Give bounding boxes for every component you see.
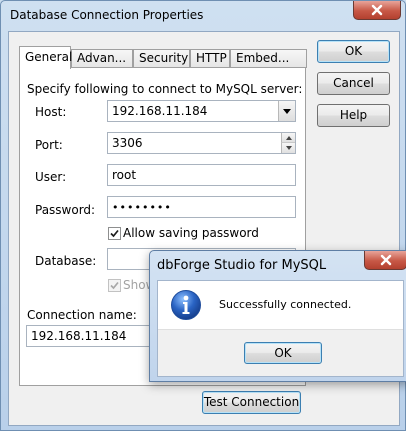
spin-down-icon[interactable]: [281, 143, 295, 153]
user-input[interactable]: root: [107, 164, 296, 186]
port-label: Port:: [35, 138, 63, 152]
intro-text: Specify following to connect to MySQL se…: [27, 82, 303, 96]
password-input[interactable]: ••••••••: [107, 196, 296, 218]
user-value: root: [112, 168, 137, 182]
tab-strip: General Advan... Security HTTP Embed...: [19, 46, 307, 69]
help-button-label: Help: [339, 108, 368, 122]
tab-general[interactable]: General: [19, 46, 73, 69]
close-icon[interactable]: [353, 1, 401, 20]
help-button[interactable]: Help: [317, 104, 390, 127]
connection-name-value: 192.168.11.184: [31, 329, 127, 343]
test-connection-button[interactable]: Test Connection: [202, 391, 301, 414]
popup-close-icon[interactable]: [364, 251, 406, 270]
popup-ok-button[interactable]: OK: [244, 342, 322, 364]
user-label: User:: [35, 170, 67, 184]
ok-button[interactable]: OK: [317, 40, 390, 63]
tab-http-label: HTTP: [196, 51, 227, 65]
host-combobox[interactable]: 192.168.11.184: [107, 100, 296, 122]
allow-saving-password-label[interactable]: Allow saving password: [123, 226, 259, 240]
tab-security-label: Security: [139, 51, 189, 65]
window-title: Database Connection Properties: [10, 8, 204, 22]
info-icon: [170, 289, 202, 321]
connection-name-label: Connection name:: [27, 308, 137, 322]
popup-message: Successfully connected.: [219, 298, 352, 311]
tab-security[interactable]: Security: [133, 49, 190, 68]
popup-title: dbForge Studio for MySQL: [157, 258, 327, 273]
tab-embedded[interactable]: Embed...: [230, 49, 307, 68]
popup-footer: OK: [158, 329, 403, 376]
tab-advanced-label: Advan...: [77, 51, 127, 65]
allow-saving-password-checkbox[interactable]: [108, 227, 121, 240]
spin-up-icon[interactable]: [281, 133, 295, 143]
host-label: Host:: [35, 105, 67, 119]
ok-button-label: OK: [344, 44, 363, 58]
database-label: Database:: [35, 254, 97, 268]
success-message-dialog: dbForge Studio for MySQL Successfully co…: [149, 250, 406, 382]
cancel-button[interactable]: Cancel: [317, 72, 390, 95]
tab-http[interactable]: HTTP: [190, 49, 230, 68]
password-value: ••••••••: [112, 201, 172, 214]
tab-general-label: General: [25, 50, 73, 64]
test-connection-label: Test Connection: [203, 395, 300, 409]
tab-advanced[interactable]: Advan...: [71, 49, 133, 68]
tab-embedded-label: Embed...: [236, 51, 290, 65]
port-value: 3306: [112, 136, 143, 150]
password-label: Password:: [35, 203, 96, 217]
chevron-down-icon[interactable]: [278, 101, 295, 121]
cancel-button-label: Cancel: [333, 76, 374, 90]
host-value: 192.168.11.184: [112, 104, 208, 118]
show-checkbox[interactable]: [108, 279, 121, 292]
port-spinner[interactable]: 3306: [107, 132, 296, 154]
popup-ok-label: OK: [274, 346, 292, 360]
popup-body: Successfully connected. OK: [157, 280, 404, 377]
